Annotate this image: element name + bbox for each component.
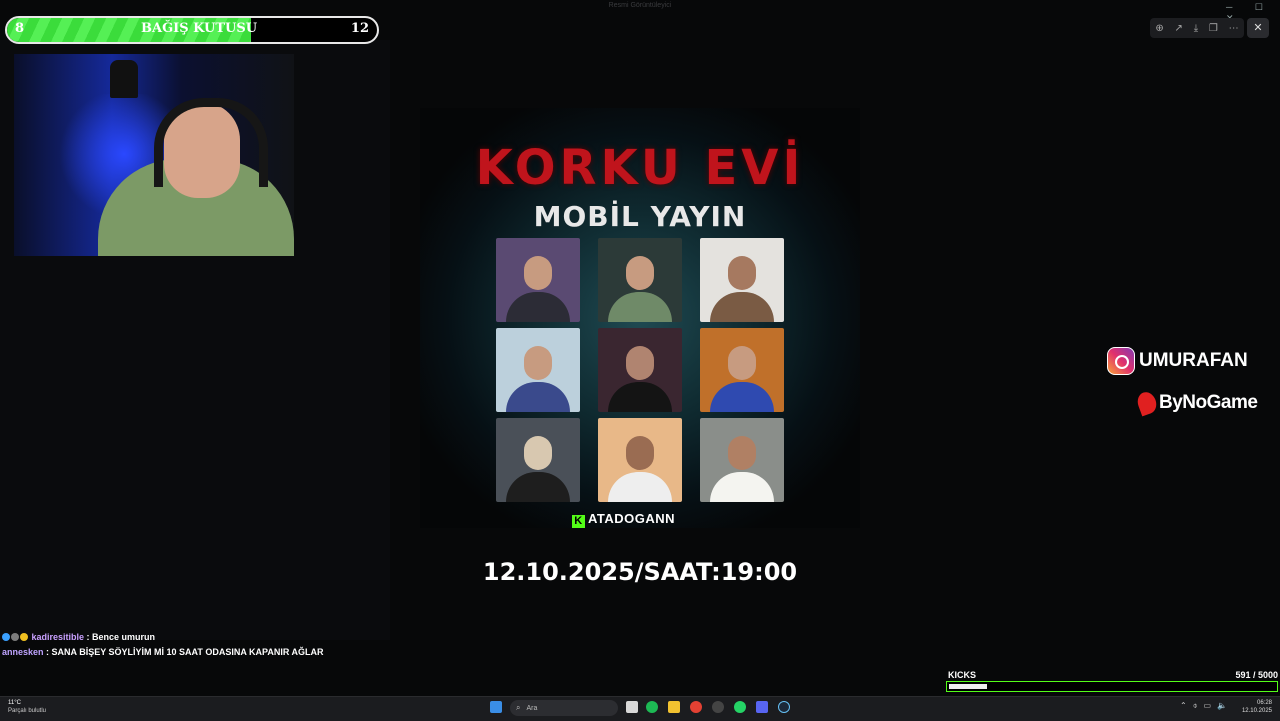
streamer-photo-grid <box>496 238 784 502</box>
kicks-label: KICKS <box>948 670 977 680</box>
streamer-photo <box>700 418 784 502</box>
kicks-progress-fill <box>949 684 988 689</box>
chat-username: kadiresitible <box>31 632 85 642</box>
streamer-photo <box>700 238 784 322</box>
webcam-feed <box>14 54 294 256</box>
instagram-username: UMURAFAN <box>1139 350 1248 371</box>
share-icon[interactable]: ↗ <box>1175 23 1183 34</box>
kick-logo-icon: K <box>572 515 585 528</box>
bynogame-icon <box>1134 389 1160 417</box>
streamer-photo <box>496 418 580 502</box>
brand-label: K ATADOGANN <box>572 511 675 528</box>
streamer-photo <box>598 238 682 322</box>
search-placeholder: Ara <box>526 705 538 712</box>
clock-date: 12.10.2025 <box>1241 708 1272 714</box>
task-view-icon[interactable] <box>626 701 638 713</box>
streamer-photo <box>598 328 682 412</box>
badge-icon <box>20 633 28 641</box>
chat-overlay: kadiresitible : Bence umurun annesken : … <box>2 630 324 660</box>
streamer-photo <box>496 328 580 412</box>
streamer-photo <box>700 328 784 412</box>
chat-message: annesken : SANA BİŞEY SÖYLİYİM Mİ 10 SAA… <box>2 645 324 660</box>
chat-text: : SANA BİŞEY SÖYLİYİM Mİ 10 SAAT ODASINA… <box>43 647 324 657</box>
start-icon[interactable] <box>490 701 502 713</box>
viewer-toolbar: ⊕ ↗ ⤓ ❐ ⋯ <box>1150 18 1244 38</box>
weather-temp: 11°C <box>8 700 21 706</box>
badge-icon <box>2 633 10 641</box>
streamer-photo <box>598 418 682 502</box>
spotify-icon[interactable] <box>646 701 658 713</box>
sponsor-name: ByNoGame <box>1159 392 1258 413</box>
kicks-count: 591 / 5000 <box>1235 670 1278 680</box>
weather-widget[interactable]: 11°C Parçalı bulutlu <box>8 699 46 715</box>
discord-icon[interactable] <box>756 701 768 713</box>
poster-subtitle: MOBİL YAYIN <box>533 200 747 233</box>
obs-icon[interactable] <box>712 701 724 713</box>
donation-goal: 12 <box>350 21 369 36</box>
file-explorer-icon[interactable] <box>668 701 680 713</box>
more-icon[interactable]: ⋯ <box>1229 23 1239 34</box>
chat-username: annesken <box>2 647 44 657</box>
lamp-image <box>110 60 138 98</box>
badge-icon <box>11 633 19 641</box>
event-datetime: 12.10.2025/SAAT:19:00 <box>482 558 798 586</box>
streamer-photo <box>496 238 580 322</box>
whatsapp-icon[interactable] <box>734 701 746 713</box>
instagram-handle: UMURAFAN <box>1107 347 1248 375</box>
instagram-icon <box>1107 347 1135 375</box>
chrome-icon[interactable] <box>690 701 702 713</box>
kicks-progress-bar <box>946 681 1278 692</box>
steam-icon[interactable] <box>778 701 790 713</box>
chat-text: : Bence umurun <box>84 632 156 642</box>
close-icon[interactable]: ✕ <box>1247 18 1269 38</box>
chat-message: kadiresitible : Bence umurun <box>2 630 324 645</box>
donation-current: 8 <box>15 21 25 36</box>
system-tray[interactable]: ⌃⌽▭🔈 <box>1180 701 1233 711</box>
donation-goal-bar: 8 BAĞIŞ KUTUSU 12 <box>5 16 379 44</box>
weather-desc: Parçalı bulutlu <box>8 708 47 714</box>
poster-title: KORKU EVİ <box>475 140 805 196</box>
zoom-in-icon[interactable]: ⊕ <box>1155 23 1163 34</box>
search-icon: ⌕ <box>516 703 521 712</box>
sponsor-logo: ByNoGame <box>1134 389 1258 417</box>
taskbar-search[interactable]: ⌕ Ara <box>510 700 618 716</box>
window-title: Resmi Görüntüleyici <box>608 2 672 9</box>
clock-time: 06:28 <box>1256 700 1272 706</box>
headset-image <box>154 98 268 187</box>
copy-icon[interactable]: ❐ <box>1209 23 1218 34</box>
taskbar <box>0 696 1280 721</box>
donation-label: BAĞIŞ KUTUSU <box>141 21 258 36</box>
download-icon[interactable]: ⤓ <box>1194 23 1198 34</box>
brand-name: ATADOGANN <box>588 511 676 526</box>
taskbar-clock[interactable]: 06:28 12.10.2025 <box>1236 699 1272 715</box>
